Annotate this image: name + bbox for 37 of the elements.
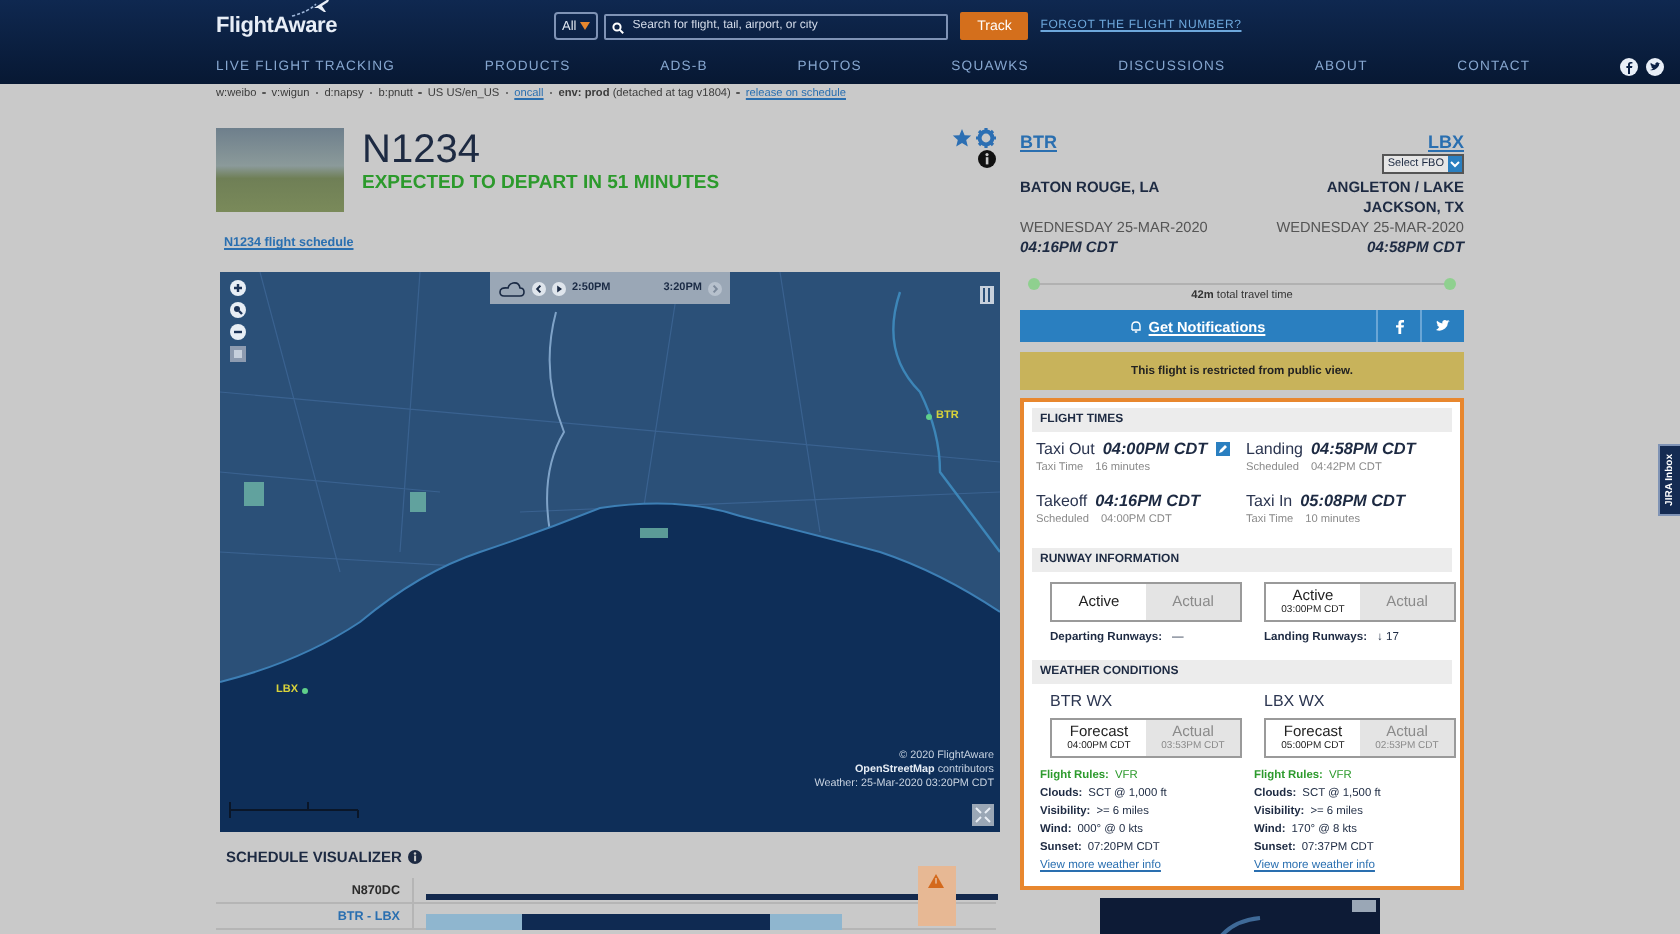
time-value: 05:08PM CDT (1300, 492, 1405, 510)
play-icon[interactable] (552, 281, 566, 295)
time-label: Taxi Out (1036, 440, 1095, 458)
chevron-down-icon (1448, 156, 1462, 172)
flight-ident: N1234 (362, 128, 482, 172)
zoom-in-icon[interactable] (230, 280, 246, 296)
edit-icon[interactable] (1215, 442, 1230, 456)
info-icon[interactable] (978, 150, 996, 168)
time-value: 04:16PM CDT (1095, 492, 1200, 510)
station-name: BTR WX (1050, 692, 1115, 710)
star-icon[interactable] (952, 128, 972, 148)
zoom-out-icon[interactable] (230, 324, 246, 340)
logo-text: FlightAware (216, 14, 338, 38)
previous-icon[interactable] (532, 281, 546, 295)
aircraft-photo-placeholder (216, 128, 344, 212)
layer-toggle-icon[interactable] (230, 346, 246, 362)
bell-icon (1130, 319, 1143, 333)
airport-marker-icon (302, 687, 308, 693)
time-label: Landing (1246, 440, 1303, 458)
time-value: 04:00PM CDT (1102, 440, 1208, 458)
flight-status: EXPECTED TO DEPART IN 51 MINUTES (362, 172, 720, 194)
search-icon (612, 21, 625, 33)
layers-icon[interactable] (980, 286, 994, 304)
airport-marker-icon (926, 413, 932, 419)
info-icon[interactable] (407, 849, 422, 863)
airplane-logo-icon (288, 0, 332, 20)
facebook-icon[interactable] (1619, 57, 1638, 75)
caret-down-icon (580, 22, 591, 30)
warning-icon (928, 874, 944, 888)
search-icon[interactable] (230, 302, 246, 318)
map-scale-bar (228, 800, 360, 820)
time-label: Taxi In (1246, 492, 1293, 510)
cloud-icon[interactable] (498, 279, 526, 297)
time-value: 04:58PM CDT (1310, 440, 1416, 458)
time-label: Takeoff (1036, 492, 1088, 510)
twitter-icon[interactable] (1645, 57, 1664, 75)
station-name: LBX WX (1264, 692, 1327, 710)
